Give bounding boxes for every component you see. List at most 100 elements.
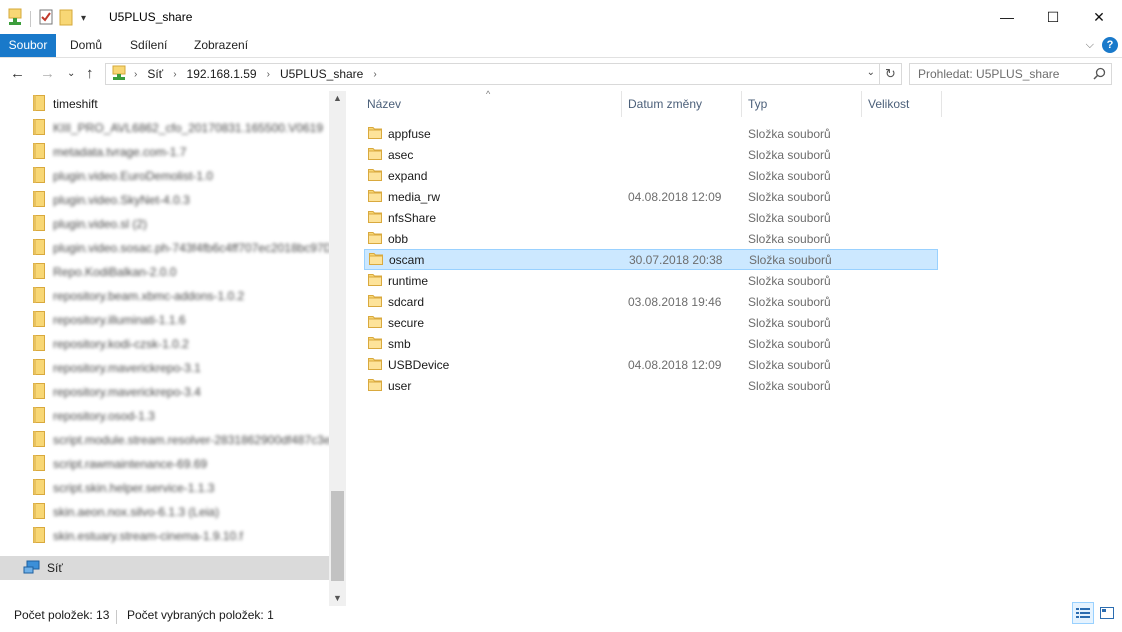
file-row[interactable]: USBDevice 04.08.2018 12:09 Složka souborů xyxy=(364,354,938,375)
file-row[interactable]: oscam 30.07.2018 20:38 Složka souborů xyxy=(364,249,938,270)
network-location-icon xyxy=(112,65,126,84)
scrollbar-thumb[interactable] xyxy=(331,491,344,581)
nav-item-folder[interactable]: repository.beam.xbmc-addons-1.0.2 xyxy=(0,284,329,308)
nav-item-folder[interactable]: repository.maverickrepo-3.4 xyxy=(0,380,329,404)
nav-item-folder[interactable]: repository.osod-1.3 xyxy=(0,404,329,428)
nav-scrollbar[interactable]: ▲ ▼ xyxy=(329,91,346,606)
nav-item-label: repository.maverickrepo-3.1 xyxy=(53,361,201,375)
file-row[interactable]: runtime Složka souborů xyxy=(364,270,938,291)
folder-icon xyxy=(33,238,45,258)
status-separator xyxy=(116,610,117,624)
nav-item-folder[interactable]: plugin.video.sosac.ph-743f4fb6c4ff707ec2… xyxy=(0,236,329,260)
file-row[interactable]: expand Složka souborů xyxy=(364,165,938,186)
up-arrow-icon[interactable]: ↑ xyxy=(86,65,94,82)
nav-item-folder[interactable]: plugin.video.sl (2) xyxy=(0,212,329,236)
nav-item-folder[interactable]: script.skin.helper.service-1.1.3 xyxy=(0,476,329,500)
file-row[interactable]: appfuse Složka souborů xyxy=(364,123,938,144)
file-row[interactable]: asec Složka souborů xyxy=(364,144,938,165)
file-type: Složka souborů xyxy=(748,294,831,309)
properties-icon[interactable] xyxy=(39,9,53,28)
chevron-right-icon[interactable]: › xyxy=(134,69,137,80)
file-name: USBDevice xyxy=(388,357,450,372)
column-header-date[interactable]: Datum změny xyxy=(622,91,742,117)
nav-item-folder[interactable]: metadata.tvrage.com-1.7 xyxy=(0,140,329,164)
back-arrow-icon[interactable]: ← xyxy=(10,65,25,82)
nav-item-label: script.rawmaintenance-69.69 xyxy=(53,457,208,471)
search-input[interactable] xyxy=(910,64,1085,84)
forward-arrow-icon[interactable]: → xyxy=(40,65,55,82)
file-name: media_rw xyxy=(388,189,441,204)
view-switcher xyxy=(1072,602,1118,624)
nav-item-network[interactable]: Síť xyxy=(0,556,329,580)
nav-item-folder[interactable]: repository.kodi-czsk-1.0.2 xyxy=(0,332,329,356)
folder-icon xyxy=(33,286,45,306)
breadcrumb-host[interactable]: 192.168.1.59 xyxy=(187,67,257,81)
tab-file[interactable]: Soubor xyxy=(0,34,56,57)
search-icon[interactable] xyxy=(1093,67,1106,83)
nav-item-folder[interactable]: timeshift xyxy=(0,92,329,116)
file-name: secure xyxy=(388,315,425,330)
close-button[interactable]: ✕ xyxy=(1076,0,1122,34)
help-icon[interactable]: ? xyxy=(1102,37,1118,53)
file-row[interactable]: obb Složka souborů xyxy=(364,228,938,249)
nav-item-folder[interactable]: script.module.stream.resolver-2831862900… xyxy=(0,428,329,452)
chevron-right-icon[interactable]: › xyxy=(267,69,270,80)
nav-item-folder[interactable]: script.rawmaintenance-69.69 xyxy=(0,452,329,476)
maximize-button[interactable]: ☐ xyxy=(1030,0,1076,34)
nav-item-folder[interactable]: skin.estuary.stream-cinema-1.9.10.f xyxy=(0,524,329,548)
recent-locations-icon[interactable]: ⌄ xyxy=(67,68,75,79)
file-name: appfuse xyxy=(388,126,431,141)
file-row[interactable]: smb Složka souborů xyxy=(364,333,938,354)
file-type: Složka souborů xyxy=(748,210,831,225)
minimize-button[interactable]: — xyxy=(984,0,1030,34)
column-header-size[interactable]: Velikost xyxy=(862,91,942,117)
nav-item-folder[interactable]: Repo.KodiBalkan-2.0.0 xyxy=(0,260,329,284)
customize-toolbar-icon[interactable]: ▾ xyxy=(81,13,86,24)
nav-item-folder[interactable]: plugin.video.SkyNet-4.0.3 xyxy=(0,188,329,212)
nav-item-folder[interactable]: KIII_PRO_AVL6862_cfo_20170831.165500.V06… xyxy=(0,116,329,140)
network-drive-icon[interactable] xyxy=(8,8,22,29)
breadcrumb-network[interactable]: Síť xyxy=(147,67,163,81)
chevron-right-icon[interactable]: › xyxy=(373,69,376,80)
folder-icon xyxy=(33,358,45,378)
tab-view[interactable]: Zobrazení xyxy=(185,34,257,57)
file-row[interactable]: user Složka souborů xyxy=(364,375,938,396)
details-view-button[interactable] xyxy=(1072,602,1094,624)
nav-item-folder[interactable]: repository.illuminati-1.1.6 xyxy=(0,308,329,332)
chevron-right-icon[interactable]: › xyxy=(173,69,176,80)
window-title: U5PLUS_share xyxy=(109,10,193,24)
file-row[interactable]: nfsShare Složka souborů xyxy=(364,207,938,228)
scroll-up-icon[interactable]: ▲ xyxy=(333,93,342,103)
selected-count: Počet vybraných položek: 1 xyxy=(127,608,274,622)
title-bar: ▾ U5PLUS_share — ☐ ✕ xyxy=(0,0,1122,34)
scroll-down-icon[interactable]: ▼ xyxy=(333,593,342,603)
tab-home[interactable]: Domů xyxy=(61,34,111,57)
refresh-button[interactable]: ↻ xyxy=(880,63,902,85)
expand-ribbon-icon[interactable]: ⌵ xyxy=(1086,39,1094,52)
new-folder-icon[interactable] xyxy=(59,8,73,29)
nav-item-folder[interactable]: repository.maverickrepo-3.1 xyxy=(0,356,329,380)
file-type: Složka souborů xyxy=(748,378,831,393)
tab-share[interactable]: Sdílení xyxy=(121,34,176,57)
breadcrumb-share[interactable]: U5PLUS_share xyxy=(280,67,363,81)
nav-item-label: skin.aeon.nox.silvo-6.1.3 (Leia) xyxy=(53,505,220,519)
navigation-pane: timeshift KIII_PRO_AVL6862_cfo_20170831.1… xyxy=(0,91,346,606)
column-header-type[interactable]: Typ xyxy=(742,91,862,117)
file-row[interactable]: media_rw 04.08.2018 12:09 Složka souborů xyxy=(364,186,938,207)
file-row[interactable]: secure Složka souborů xyxy=(364,312,938,333)
nav-item-label: repository.maverickrepo-3.4 xyxy=(53,385,201,399)
nav-item-folder[interactable]: plugin.video.EuroDemolist-1.0 xyxy=(0,164,329,188)
search-box[interactable] xyxy=(909,63,1112,85)
address-bar[interactable]: › Síť › 192.168.1.59 › U5PLUS_share › ⌄ xyxy=(105,63,880,85)
address-dropdown-icon[interactable]: ⌄ xyxy=(867,67,875,78)
file-type: Složka souborů xyxy=(748,168,831,183)
file-type: Složka souborů xyxy=(748,189,831,204)
file-name: asec xyxy=(388,147,414,162)
nav-item-label: Repo.KodiBalkan-2.0.0 xyxy=(53,265,177,279)
nav-item-folder[interactable]: skin.aeon.nox.silvo-6.1.3 (Leia) xyxy=(0,500,329,524)
file-row[interactable]: sdcard 03.08.2018 19:46 Složka souborů xyxy=(364,291,938,312)
column-header-name[interactable]: Název xyxy=(361,91,622,117)
file-name: sdcard xyxy=(388,294,425,309)
file-name: smb xyxy=(388,336,411,351)
large-icons-view-button[interactable] xyxy=(1096,602,1118,624)
